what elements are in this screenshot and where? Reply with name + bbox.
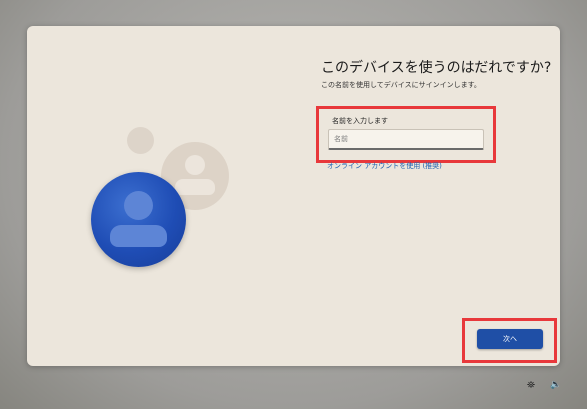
next-button[interactable]: 次へ <box>477 329 543 349</box>
user-avatar-icon <box>91 172 186 267</box>
decorative-circle <box>127 127 154 154</box>
name-input[interactable] <box>328 129 484 150</box>
volume-icon[interactable]: 🔈 <box>550 380 561 390</box>
page-title: このデバイスを使うのはだれですか? <box>321 60 552 76</box>
online-account-link[interactable]: オンライン アカウントを使用 (推奨) <box>327 161 442 171</box>
accessibility-icon[interactable]: ⛯ <box>527 380 535 391</box>
name-field-label: 名前を入力します <box>332 117 388 125</box>
page-subtitle: この名前を使用してデバイスにサインインします。 <box>321 81 481 89</box>
